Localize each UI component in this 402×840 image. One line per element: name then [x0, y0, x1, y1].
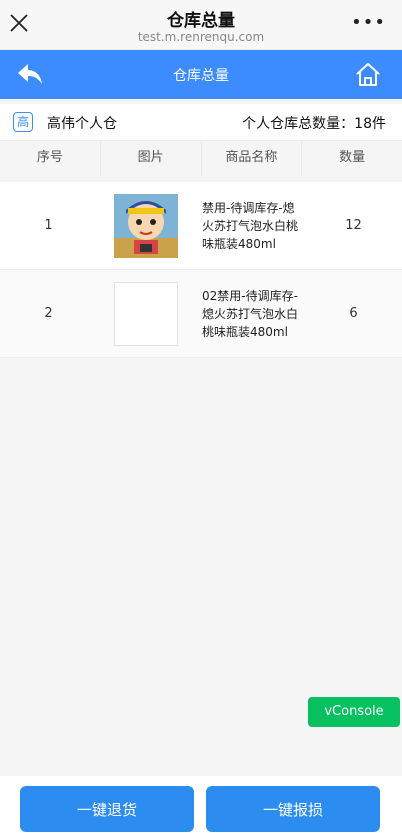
row-quantity: 12 [345, 218, 362, 233]
column-header-qty: 数量 [339, 150, 366, 165]
column-header-name: 商品名称 [202, 141, 303, 176]
table-row[interactable]: 1 禁用-待调库存-熄火苏打气泡水白桃味瓶装480ml 12 [0, 182, 402, 270]
column-header-index: 序号 [0, 141, 101, 176]
product-thumbnail-empty [113, 281, 178, 346]
footer-actions: 一键退货 一键报损 [0, 776, 402, 840]
row-quantity: 6 [349, 306, 358, 321]
browser-url: test.m.renrenqu.com [137, 30, 265, 44]
product-thumbnail-cartoon [113, 193, 178, 258]
row-product-name: 02禁用-待调库存-熄火苏打气泡水白桃味瓶装480ml [202, 288, 299, 339]
warehouse-header: 高 高伟个人仓 个人仓库总数量：18件 [0, 104, 402, 140]
row-index: 2 [44, 306, 53, 321]
row-product-name: 禁用-待调库存-熄火苏打气泡水白桃味瓶装480ml [202, 200, 299, 251]
warehouse-name: 高伟个人仓 [47, 116, 117, 132]
warehouse-badge: 高 [13, 112, 33, 132]
report-damage-button[interactable]: 一键报损 [206, 786, 380, 832]
warehouse-total: 个人仓库总数量：18件 [242, 116, 386, 132]
column-header-image: 图片 [101, 141, 202, 176]
row-image [97, 193, 194, 258]
home-icon[interactable] [354, 61, 382, 87]
row-index: 1 [44, 218, 53, 233]
page-title: 仓库总量 [173, 68, 229, 84]
page-navbar: 仓库总量 [0, 50, 402, 99]
browser-title: 仓库总量 [167, 11, 235, 31]
vconsole-button[interactable]: vConsole [308, 697, 400, 727]
table-header: 序号 图片 商品名称 数量 [0, 140, 402, 176]
browser-topbar: 仓库总量 test.m.renrenqu.com ••• [0, 0, 402, 50]
product-list: 1 禁用-待调库存-熄火苏打气泡水白桃味瓶装480ml 12 2 02禁用-待调… [0, 182, 402, 358]
return-all-button[interactable]: 一键退货 [20, 786, 194, 832]
more-menu-icon[interactable]: ••• [351, 12, 386, 34]
row-image [97, 281, 194, 346]
table-row[interactable]: 2 02禁用-待调库存-熄火苏打气泡水白桃味瓶装480ml 6 [0, 270, 402, 358]
